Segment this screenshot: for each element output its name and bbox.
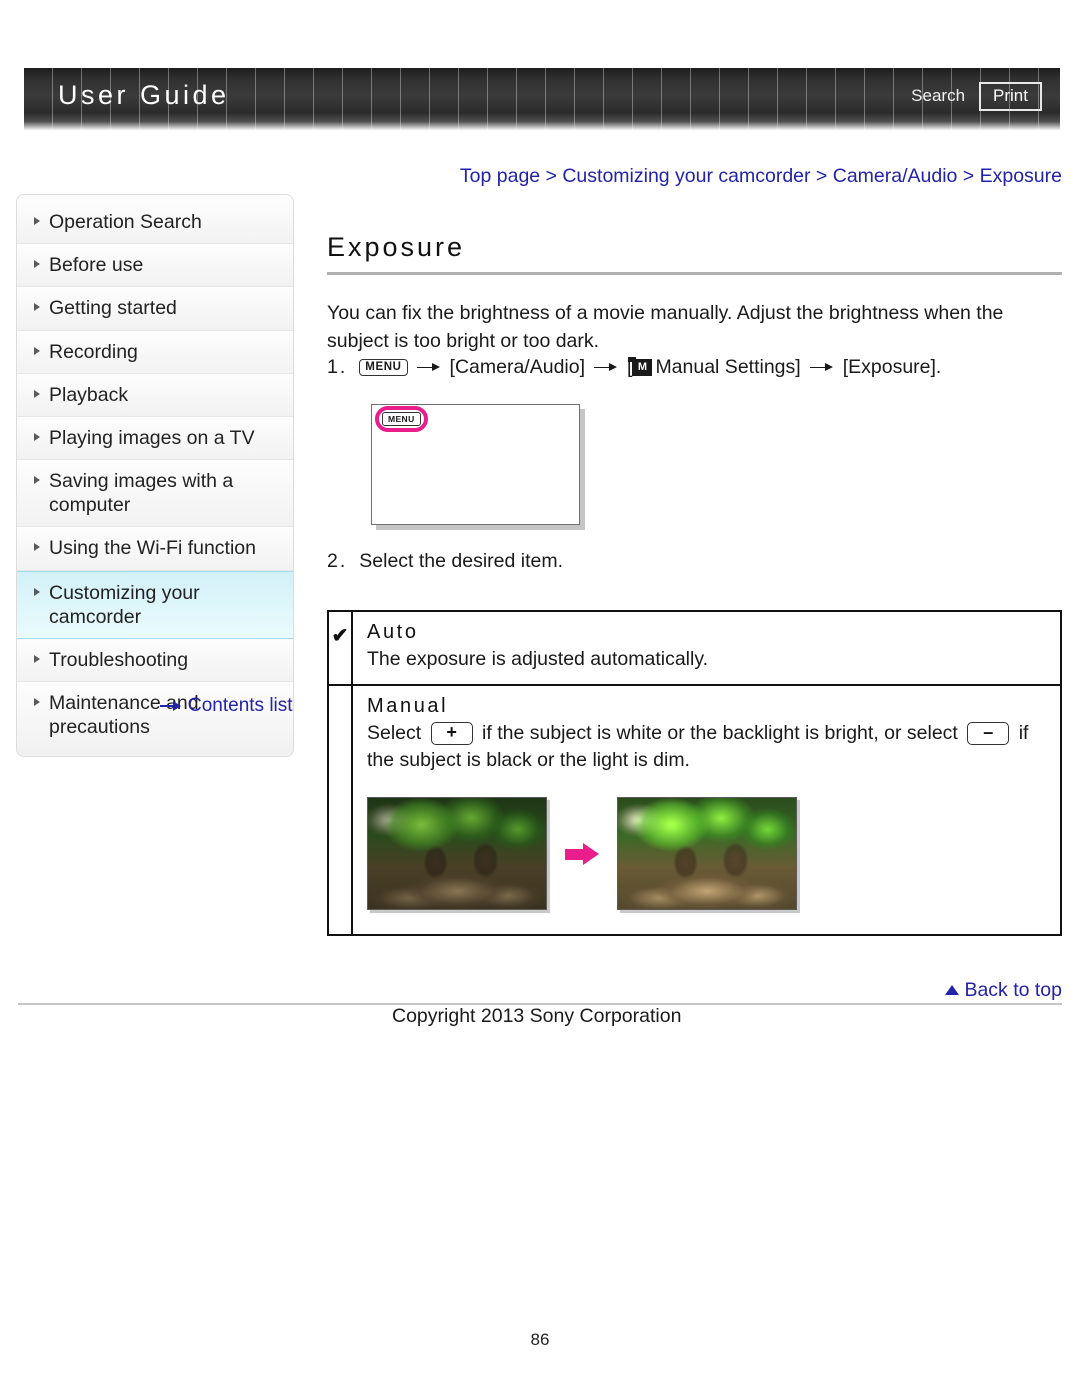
arrow-right-icon	[594, 362, 618, 374]
sidebar-item-playback[interactable]: Playback	[17, 373, 293, 417]
sidebar-item-label: Before use	[49, 254, 144, 277]
sidebar-item-saving-images-with-a-computer[interactable]: Saving images with a computer	[17, 460, 293, 528]
step-1-number: 1.	[327, 356, 348, 378]
step-1: 1. MENU [Camera/Audio] [ M Manual Settin…	[327, 356, 1057, 379]
back-to-top-label: Back to top	[964, 979, 1062, 1001]
step-2-text: Select the desired item.	[359, 550, 564, 572]
table-row[interactable]: ✔ Auto The exposure is adjusted automati…	[329, 612, 1060, 686]
step-2: 2. Select the desired item.	[327, 550, 1057, 573]
page-title: Exposure	[327, 232, 466, 262]
step-1-exposure: [Exposure].	[842, 356, 942, 378]
photo-image	[368, 798, 546, 910]
print-button[interactable]: Print	[979, 82, 1042, 111]
manual-mode-icon: M	[628, 357, 653, 376]
minus-button-icon: –	[967, 722, 1010, 746]
sidebar-item-label: Using the Wi-Fi function	[49, 537, 256, 560]
contents-list-label: Contents list	[188, 695, 293, 716]
photo-after-bright	[617, 797, 797, 911]
manual-text-before-plus: Select	[367, 721, 422, 744]
option-label-auto: Auto	[367, 621, 419, 643]
title-divider	[327, 272, 1062, 275]
sidebar-item-label: Operation Search	[49, 211, 202, 233]
header-actions: Search Print	[911, 82, 1042, 111]
sidebar-item-label: Saving images with a computer	[49, 470, 234, 517]
sidebar-item-label: Playing images on a TV	[49, 426, 255, 449]
menu-button-icon: MENU	[359, 358, 408, 377]
plus-button-icon: +	[430, 722, 473, 746]
back-to-top-link[interactable]: Back to top	[327, 979, 1062, 1002]
header-bar: User Guide Search Print	[24, 68, 1060, 130]
chevron-right-icon	[34, 476, 40, 485]
intro-paragraph: You can fix the brightness of a movie ma…	[327, 302, 1004, 352]
chevron-right-icon	[34, 346, 40, 355]
chevron-right-icon	[34, 260, 40, 269]
arrow-right-icon	[809, 362, 834, 374]
chevron-right-icon	[34, 698, 40, 707]
option-check-cell: ✔	[329, 612, 353, 684]
sidebar-item-troubleshooting[interactable]: Troubleshooting	[17, 638, 293, 683]
option-label-manual: Manual	[367, 694, 449, 717]
step-1-manual-settings: Manual Settings]	[655, 356, 801, 378]
page-number: 86	[530, 1330, 550, 1349]
breadcrumb[interactable]: Top page > Customizing your camcorder > …	[327, 165, 1062, 188]
arrow-right-icon	[565, 842, 599, 865]
screen-illustration: MENU	[371, 404, 580, 525]
contents-list-link[interactable]: Contents list	[160, 695, 293, 717]
option-body-cell: Manual Select + if the subject is white …	[353, 686, 1060, 934]
sidebar-item-recording[interactable]: Recording	[17, 330, 293, 374]
photo-image	[618, 798, 796, 910]
option-check-cell	[329, 685, 353, 935]
options-table: ✔ Auto The exposure is adjusted automati…	[327, 610, 1062, 937]
chevron-right-icon	[34, 432, 40, 441]
sidebar-item-operation-search[interactable]: Operation Search	[17, 201, 293, 245]
sidebar-item-label: Troubleshooting	[49, 648, 189, 671]
chevron-right-icon	[34, 303, 40, 312]
step-1-camera-audio: [Camera/Audio]	[449, 356, 586, 378]
option-description-manual: Select + if the subject is white or the …	[367, 720, 1046, 775]
arrow-right-icon	[160, 701, 182, 712]
photo-comparison	[367, 797, 1046, 911]
sidebar-item-label: Playback	[49, 383, 129, 406]
manual-text-middle: if the subject is white or the backlight…	[482, 721, 958, 744]
sidebar-item-label: Customizing your camcorder	[49, 581, 200, 628]
chevron-right-icon	[34, 587, 40, 596]
chevron-right-icon	[34, 389, 40, 398]
sidebar-item-label: Getting started	[49, 297, 177, 320]
chevron-right-icon	[34, 217, 40, 225]
chevron-right-icon	[34, 654, 40, 663]
chevron-right-icon	[34, 543, 40, 552]
sidebar-item-customizing-your-camcorder[interactable]: Customizing your camcorder	[17, 570, 293, 639]
highlight-outline	[375, 406, 428, 432]
option-description-auto: The exposure is adjusted automatically.	[367, 648, 709, 670]
sidebar-item-getting-started[interactable]: Getting started	[17, 287, 293, 331]
checkmark-icon: ✔	[331, 625, 349, 647]
triangle-up-icon	[945, 985, 960, 995]
sidebar-item-using-the-wifi-function[interactable]: Using the Wi-Fi function	[17, 527, 293, 571]
photo-before-dark	[367, 797, 547, 911]
search-button[interactable]: Search	[911, 86, 965, 106]
sidebar-item-before-use[interactable]: Before use	[17, 244, 293, 288]
sidebar-nav: Operation Search Before use Getting star…	[16, 194, 294, 758]
app-logo: User Guide	[58, 80, 230, 110]
sidebar-item-playing-images-on-a-tv[interactable]: Playing images on a TV	[17, 416, 293, 461]
arrow-right-icon	[416, 362, 441, 374]
copyright-text: Copyright 2013 Sony Corporation	[392, 1005, 682, 1027]
sidebar-item-label: Recording	[49, 340, 138, 363]
option-body-cell: Auto The exposure is adjusted automatica…	[353, 612, 1060, 684]
table-row[interactable]: Manual Select + if the subject is white …	[329, 685, 1060, 935]
step-2-number: 2.	[327, 550, 348, 572]
